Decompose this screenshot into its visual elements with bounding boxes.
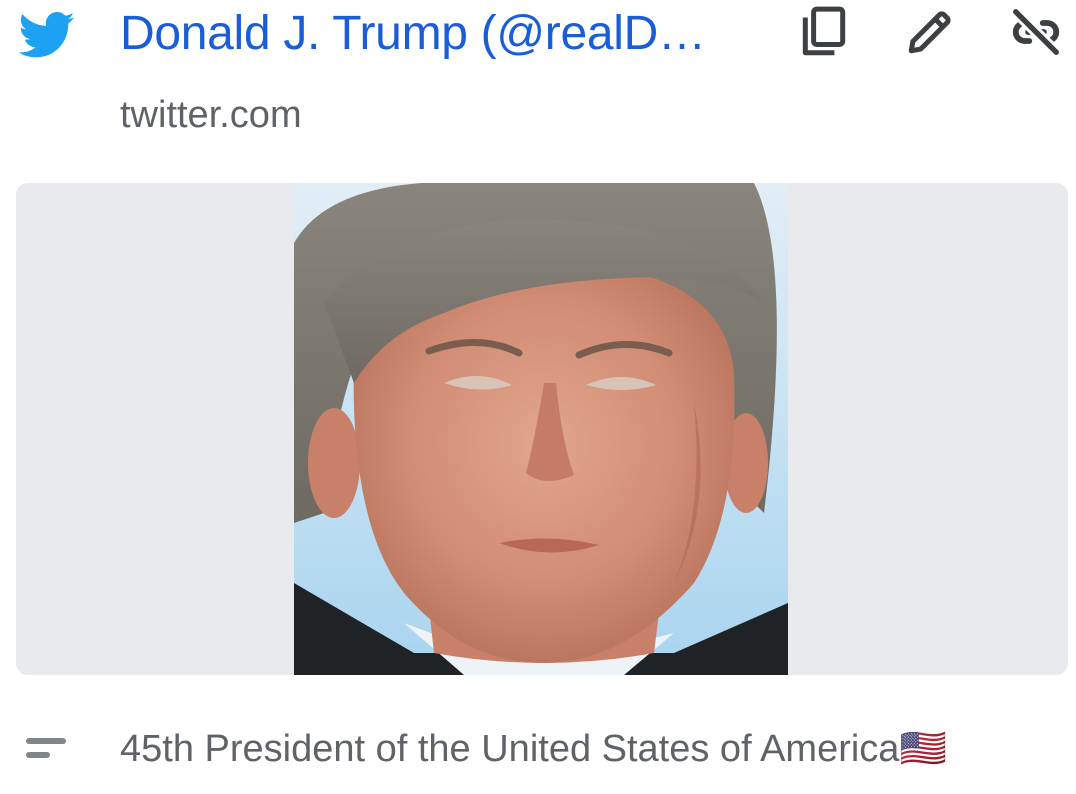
- description-icon: [26, 734, 70, 764]
- twitter-bird-icon: [18, 12, 76, 58]
- portrait-photo: [294, 183, 788, 675]
- link-preview-card: Donald J. Trump (@realD… twitter.com 45t…: [0, 0, 1076, 794]
- link-description: 45th President of the United States of A…: [120, 728, 947, 770]
- remove-link-button[interactable]: [1008, 6, 1064, 62]
- link-header: Donald J. Trump (@realD…: [0, 0, 1076, 80]
- link-preview-image-container[interactable]: [16, 183, 1068, 675]
- edit-link-button[interactable]: [902, 6, 958, 62]
- link-domain: twitter.com: [120, 94, 302, 136]
- pencil-icon: [905, 7, 955, 62]
- unlink-icon: [1009, 5, 1063, 64]
- link-title[interactable]: Donald J. Trump (@realD…: [120, 4, 740, 64]
- copy-icon: [799, 5, 849, 64]
- copy-link-button[interactable]: [796, 6, 852, 62]
